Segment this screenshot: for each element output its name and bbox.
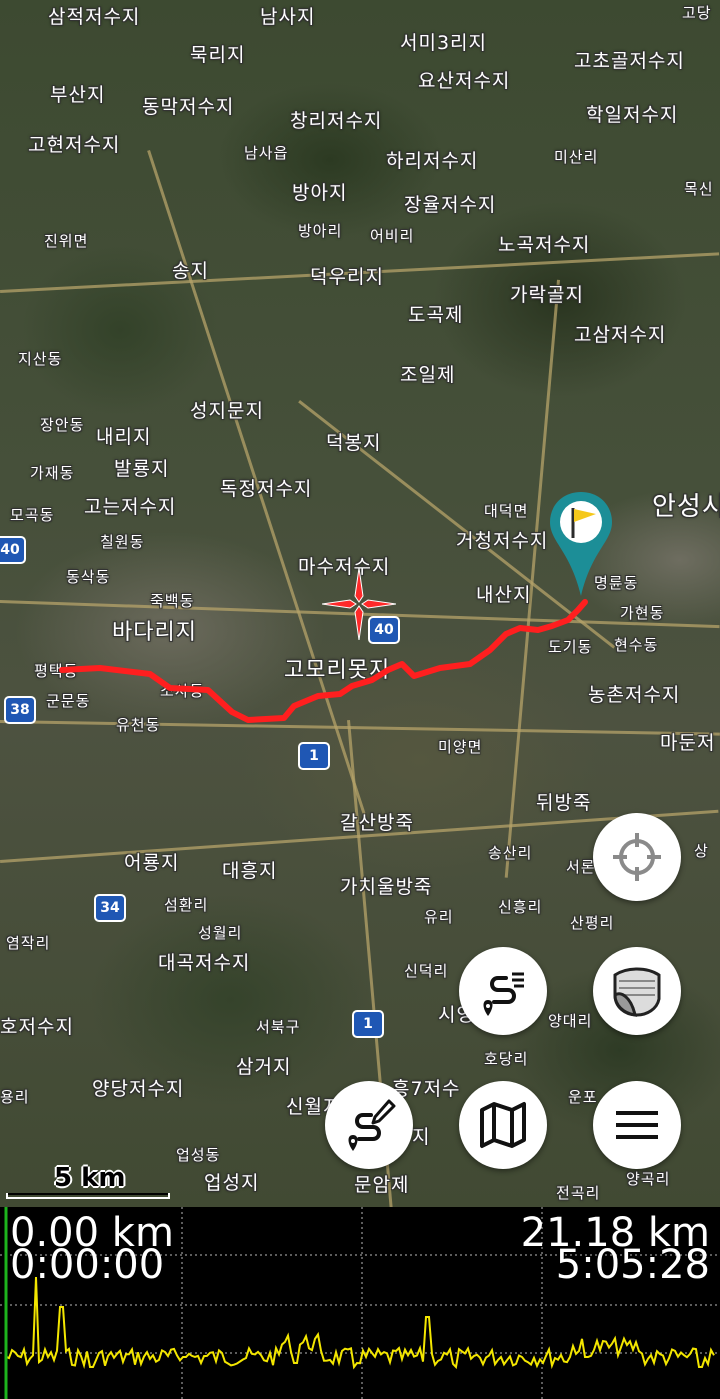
satellite-map[interactable]: 삼적저수지 남사지 서미3리지 고당 묵리지 요산저수지 고초골저수지 부산지 …	[0, 0, 720, 1207]
map-scale: 5 km	[6, 1165, 172, 1201]
elevation-profile-panel[interactable]: 0.00 km 0:00:00 21.18 km 5:05:28	[0, 1207, 720, 1399]
scale-label: 5 km	[54, 1163, 126, 1193]
route-end-marker-icon[interactable]	[546, 488, 616, 600]
draw-route-icon	[348, 1099, 396, 1151]
route-list-button[interactable]	[459, 947, 547, 1035]
folded-map-icon	[480, 1102, 526, 1148]
route-list-icon	[483, 972, 524, 1016]
crosshair-icon	[613, 833, 661, 881]
draw-route-button[interactable]	[325, 1081, 413, 1169]
start-time-readout: 0:00:00	[10, 1242, 165, 1288]
map-button[interactable]	[459, 1081, 547, 1169]
main-menu-button[interactable]	[593, 1081, 681, 1169]
map-center-crosshair-icon	[322, 568, 396, 640]
map-layers-icon	[613, 967, 661, 1017]
total-time-readout: 5:05:28	[555, 1242, 710, 1288]
scale-bar	[6, 1193, 170, 1199]
locate-button[interactable]	[593, 813, 681, 901]
map-layers-button[interactable]	[593, 947, 681, 1035]
hamburger-menu-icon	[616, 1111, 658, 1139]
